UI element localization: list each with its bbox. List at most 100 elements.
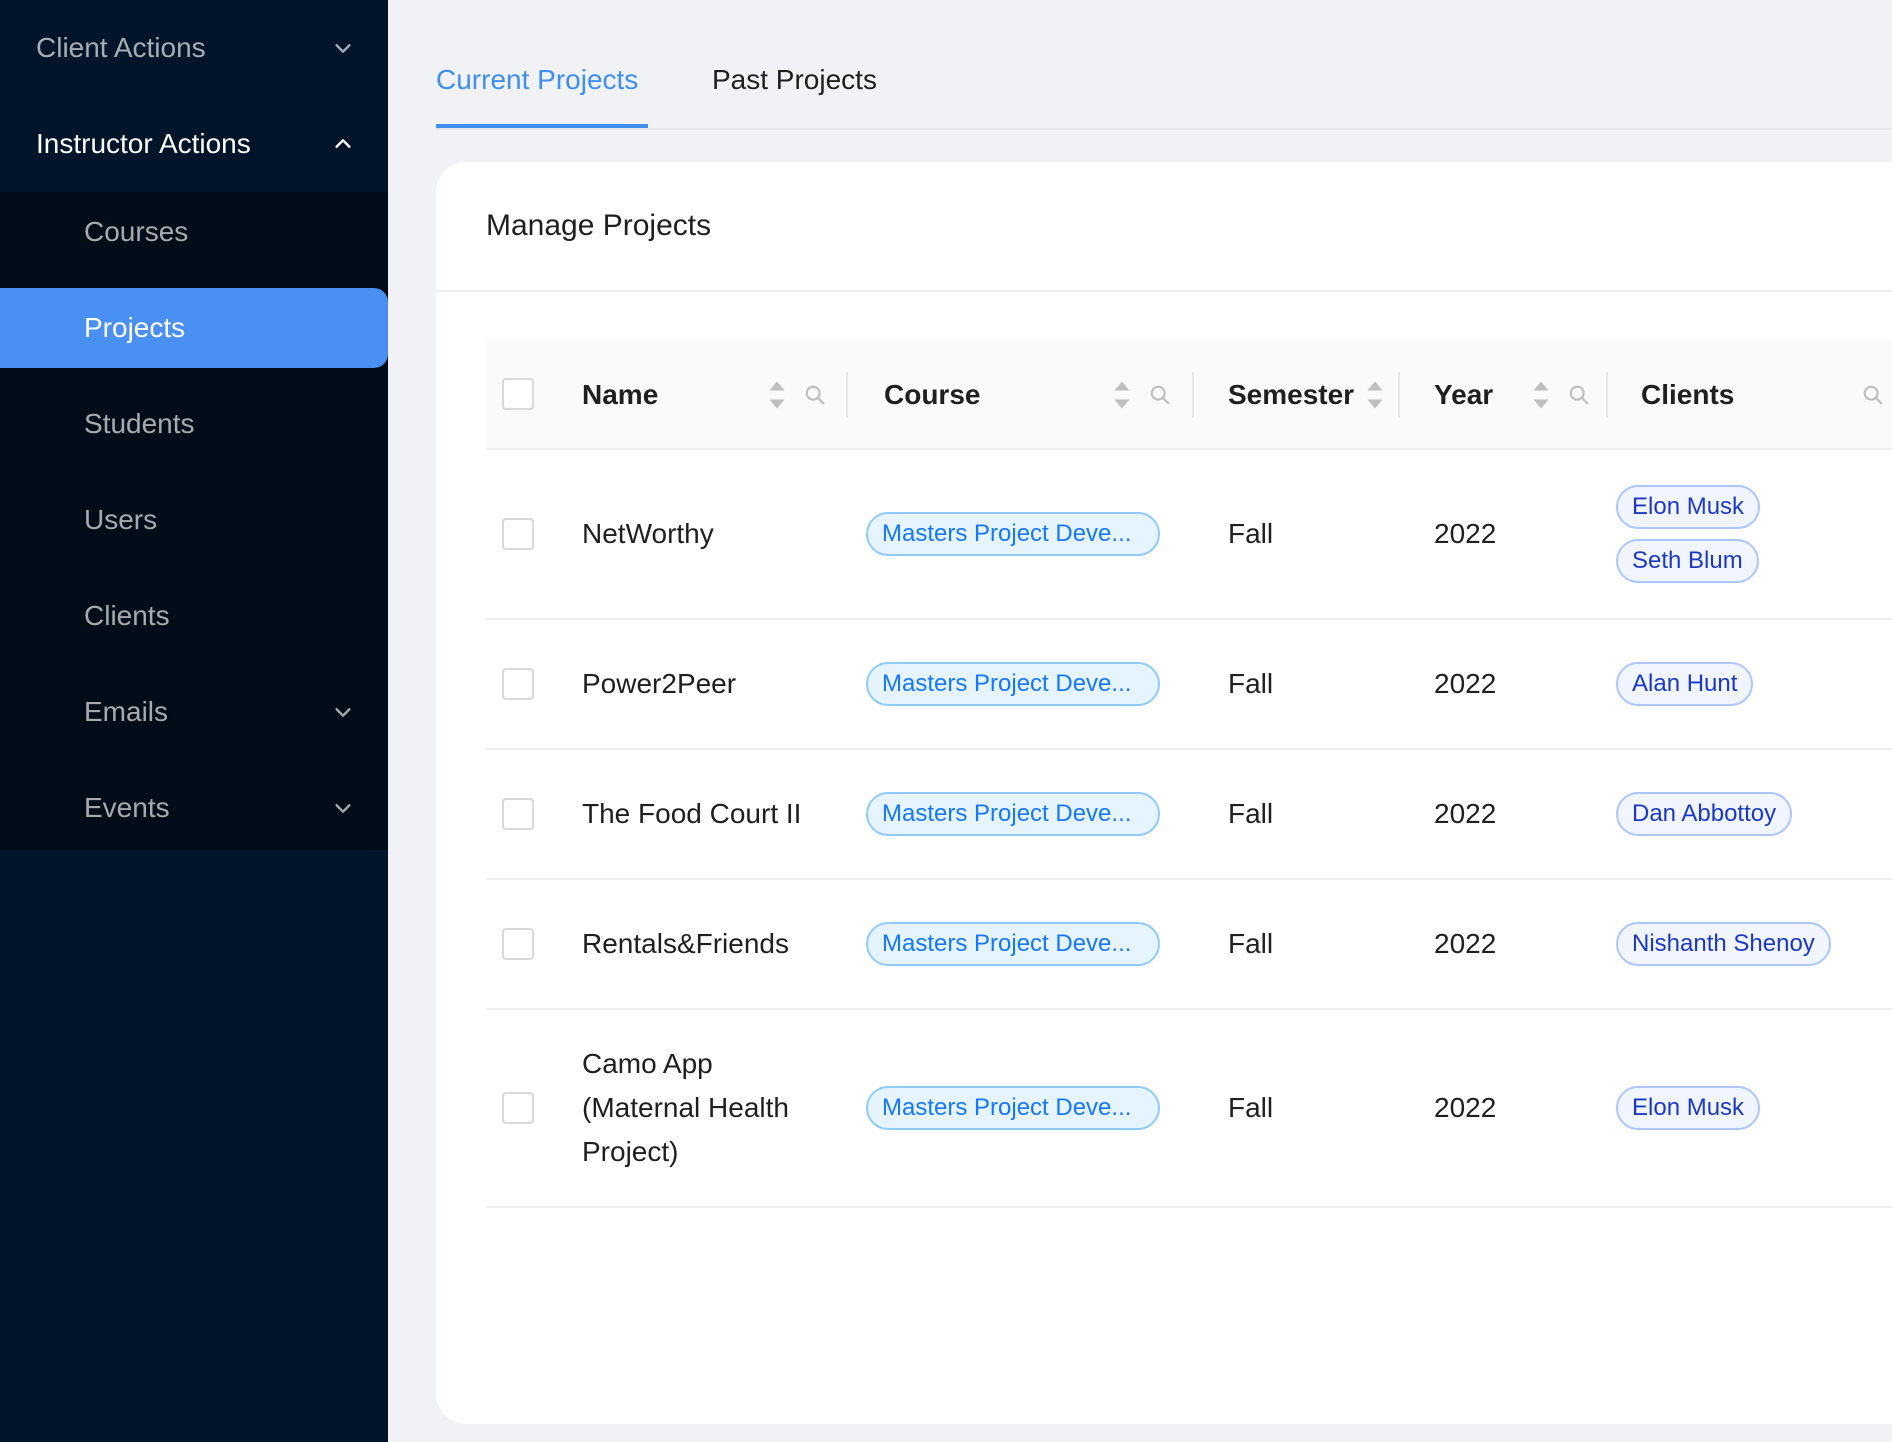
column-header-semester[interactable]: Semester xyxy=(1228,340,1354,450)
search-icon[interactable] xyxy=(1862,340,1884,450)
sidebar-item-clients[interactable]: Clients xyxy=(0,576,388,656)
manage-projects-card: Manage Projects Name Course Semester Yea… xyxy=(436,162,1892,1424)
column-divider xyxy=(846,372,848,418)
sidebar-item-label: Emails xyxy=(84,696,169,727)
sort-icon[interactable] xyxy=(1532,340,1550,450)
sidebar-item-label: Students xyxy=(84,408,195,439)
sidebar-item-label: Courses xyxy=(84,216,189,247)
course-tag[interactable]: Masters Project Deve... xyxy=(866,662,1160,706)
search-icon[interactable] xyxy=(1568,340,1590,450)
menu-instructor-actions-label: Instructor Actions xyxy=(36,128,251,159)
active-tab-indicator xyxy=(436,124,648,128)
row-checkbox-cell xyxy=(502,750,534,878)
year-cell: 2022 xyxy=(1434,798,1497,829)
project-name: Rentals&Friends xyxy=(582,928,789,959)
client-tag[interactable]: Elon Musk xyxy=(1616,1086,1761,1130)
clients-cell: Alan Hunt xyxy=(1616,620,1754,748)
card-title: Manage Projects xyxy=(436,162,1892,292)
clients-cell: Elon Musk Seth Blum xyxy=(1616,450,1761,618)
project-name: NetWorthy xyxy=(582,518,714,549)
sidebar-item-events[interactable]: Events xyxy=(0,768,388,848)
row-checkbox[interactable] xyxy=(502,798,534,830)
sidebar-item-label: Clients xyxy=(84,600,170,631)
table-header: Name Course Semester Year Clients xyxy=(486,340,1892,450)
course-tag[interactable]: Masters Project Deve... xyxy=(866,1086,1160,1130)
sort-icon[interactable] xyxy=(768,340,786,450)
table-row[interactable]: The Food Court II Masters Project Deve..… xyxy=(486,750,1892,880)
row-checkbox-cell xyxy=(502,620,534,748)
course-tag[interactable]: Masters Project Deve... xyxy=(866,922,1160,966)
projects-table: Name Course Semester Year Clients NetWor… xyxy=(486,340,1892,1208)
sort-icon[interactable] xyxy=(1113,340,1131,450)
chevron-down-icon xyxy=(332,701,354,723)
select-all-checkbox[interactable] xyxy=(502,378,534,410)
table-row[interactable]: Rentals&Friends Masters Project Deve... … xyxy=(486,880,1892,1010)
course-tag[interactable]: Masters Project Deve... xyxy=(866,512,1160,556)
project-name: The Food Court II xyxy=(582,798,802,829)
client-tag[interactable]: Dan Abbottoy xyxy=(1616,792,1793,836)
client-tag[interactable]: Alan Hunt xyxy=(1616,662,1754,706)
course-cell: Masters Project Deve... xyxy=(866,1010,1160,1206)
column-header-clients[interactable]: Clients xyxy=(1641,340,1734,450)
column-header-year[interactable]: Year xyxy=(1434,340,1493,450)
row-checkbox-cell xyxy=(502,880,534,1008)
row-checkbox-cell xyxy=(502,1010,534,1206)
client-tag[interactable]: Elon Musk xyxy=(1616,485,1761,529)
sidebar-item-projects[interactable]: Projects xyxy=(0,288,388,368)
row-checkbox[interactable] xyxy=(502,1092,534,1124)
table-row[interactable]: NetWorthy Masters Project Deve... Fall 2… xyxy=(486,450,1892,620)
sidebar-item-emails[interactable]: Emails xyxy=(0,672,388,752)
year-cell: 2022 xyxy=(1434,1092,1497,1123)
header-checkbox-cell xyxy=(502,340,534,448)
semester-cell: Fall xyxy=(1228,1092,1274,1123)
course-cell: Masters Project Deve... xyxy=(866,880,1160,1008)
chevron-up-icon xyxy=(332,133,354,155)
table-row[interactable]: Power2Peer Masters Project Deve... Fall … xyxy=(486,620,1892,750)
search-icon[interactable] xyxy=(1149,340,1171,450)
sidebar-item-label: Projects xyxy=(84,312,186,343)
tab-current-projects[interactable]: Current Projects xyxy=(436,64,638,96)
row-checkbox[interactable] xyxy=(502,668,534,700)
client-tag[interactable]: Seth Blum xyxy=(1616,539,1759,583)
sidebar-item-users[interactable]: Users xyxy=(0,480,388,560)
menu-client-actions-label: Client Actions xyxy=(36,32,206,63)
semester-cell: Fall xyxy=(1228,798,1274,829)
column-divider xyxy=(1606,372,1608,418)
row-checkbox-cell xyxy=(502,450,534,618)
year-cell: 2022 xyxy=(1434,668,1497,699)
project-name: Camo App (Maternal Health Project) xyxy=(582,1048,789,1167)
course-tag[interactable]: Masters Project Deve... xyxy=(866,792,1160,836)
tab-past-projects[interactable]: Past Projects xyxy=(712,64,877,96)
column-divider xyxy=(1398,372,1400,418)
year-cell: 2022 xyxy=(1434,518,1497,549)
course-cell: Masters Project Deve... xyxy=(866,450,1160,618)
sidebar-item-courses[interactable]: Courses xyxy=(0,192,388,272)
clients-cell: Elon Musk xyxy=(1616,1010,1761,1206)
row-checkbox[interactable] xyxy=(502,928,534,960)
sidebar-item-students[interactable]: Students xyxy=(0,384,388,464)
chevron-down-icon xyxy=(332,37,354,59)
semester-cell: Fall xyxy=(1228,668,1274,699)
menu-client-actions[interactable]: Client Actions xyxy=(0,0,388,96)
project-tabs: Current Projects Past Projects xyxy=(436,0,1892,130)
year-cell: 2022 xyxy=(1434,928,1497,959)
semester-cell: Fall xyxy=(1228,928,1274,959)
sidebar: Client Actions Instructor Actions Course… xyxy=(0,0,388,1442)
table-row[interactable]: Camo App (Maternal Health Project) Maste… xyxy=(486,1010,1892,1208)
clients-cell: Dan Abbottoy xyxy=(1616,750,1793,878)
column-divider xyxy=(1192,372,1194,418)
search-icon[interactable] xyxy=(804,340,826,450)
project-name: Power2Peer xyxy=(582,668,737,699)
chevron-down-icon xyxy=(332,797,354,819)
instructor-submenu: Courses Projects Students Users Clients … xyxy=(0,192,388,850)
column-header-name[interactable]: Name xyxy=(582,340,658,450)
menu-instructor-actions[interactable]: Instructor Actions xyxy=(0,96,388,192)
clients-cell: Nishanth Shenoy xyxy=(1616,880,1831,1008)
client-tag[interactable]: Nishanth Shenoy xyxy=(1616,922,1831,966)
semester-cell: Fall xyxy=(1228,518,1274,549)
row-checkbox[interactable] xyxy=(502,518,534,550)
course-cell: Masters Project Deve... xyxy=(866,620,1160,748)
sidebar-item-label: Events xyxy=(84,792,170,823)
sort-icon[interactable] xyxy=(1366,340,1384,450)
column-header-course[interactable]: Course xyxy=(884,340,980,450)
